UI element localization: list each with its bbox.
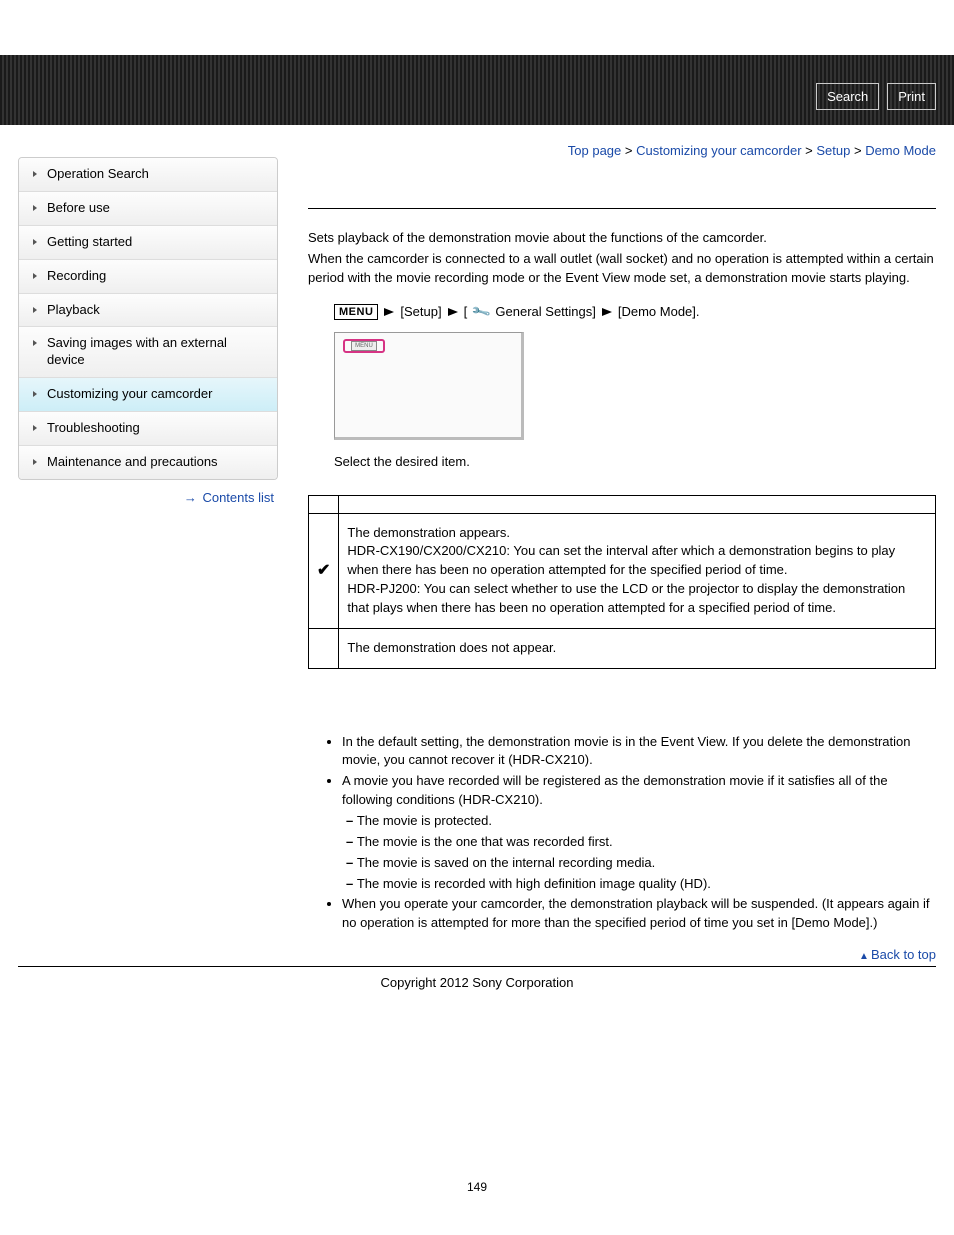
menu-box-icon: MENU xyxy=(334,304,378,320)
nav-before-use[interactable]: Before use xyxy=(19,192,277,226)
footer-divider xyxy=(18,966,936,967)
menu-button-inner: MENU xyxy=(351,341,377,351)
menu-button-highlight: MENU xyxy=(343,339,385,353)
notes-section: In the default setting, the demonstratio… xyxy=(308,733,936,933)
breadcrumb-sep: > xyxy=(850,143,865,158)
table-header-blank2 xyxy=(339,495,936,513)
table-row: ✔ The demonstration appears. HDR-CX190/C… xyxy=(309,513,936,628)
breadcrumb-sep: > xyxy=(621,143,636,158)
note-1: In the default setting, the demonstratio… xyxy=(342,733,936,771)
path-general-prefix: [ xyxy=(464,304,468,319)
divider xyxy=(308,208,936,209)
print-button[interactable]: Print xyxy=(887,83,936,110)
breadcrumb-sep: > xyxy=(802,143,817,158)
nav-recording[interactable]: Recording xyxy=(19,260,277,294)
sidebar: Operation Search Before use Getting star… xyxy=(18,139,278,964)
nav-operation-search[interactable]: Operation Search xyxy=(19,158,277,192)
note-2-text: A movie you have recorded will be regist… xyxy=(342,773,888,807)
nav-troubleshooting[interactable]: Troubleshooting xyxy=(19,412,277,446)
path-general: General Settings] xyxy=(495,304,595,319)
page-number: 149 xyxy=(0,1020,954,1214)
table-cell-off: The demonstration does not appear. xyxy=(339,628,936,668)
intro-p2: When the camcorder is connected to a wal… xyxy=(308,250,936,288)
breadcrumb-current: Demo Mode xyxy=(865,143,936,158)
triangle-up-icon: ▲ xyxy=(859,951,869,962)
table-cell-on: The demonstration appears. HDR-CX190/CX2… xyxy=(339,513,936,628)
demo-screen-illustration: MENU xyxy=(334,332,524,440)
arrow-right-icon xyxy=(602,308,612,316)
wrench-icon: 🔧 xyxy=(470,301,492,323)
breadcrumb-customizing[interactable]: Customizing your camcorder xyxy=(636,143,801,158)
main-content: Top page > Customizing your camcorder > … xyxy=(278,139,936,964)
intro-p1: Sets playback of the demonstration movie… xyxy=(308,229,936,248)
copyright-text: Copyright 2012 Sony Corporation xyxy=(0,975,954,1020)
select-instruction: Select the desired item. xyxy=(334,454,936,469)
menu-path: MENU [Setup] [🔧General Settings] [Demo M… xyxy=(334,304,936,320)
contents-list-link[interactable]: Contents list xyxy=(202,490,274,505)
note-2-sub-4: The movie is recorded with high definiti… xyxy=(346,875,936,894)
table-header-blank1 xyxy=(309,495,339,513)
row1-p2: HDR-CX190/CX200/CX210: You can set the i… xyxy=(347,543,895,577)
table-cell-blank xyxy=(309,628,339,668)
breadcrumb-top[interactable]: Top page xyxy=(568,143,622,158)
note-2: A movie you have recorded will be regist… xyxy=(342,772,936,893)
nav-maintenance[interactable]: Maintenance and precautions xyxy=(19,446,277,479)
intro-text: Sets playback of the demonstration movie… xyxy=(308,229,936,288)
note-2-sub-3: The movie is saved on the internal recor… xyxy=(346,854,936,873)
note-2-sub-2: The movie is the one that was recorded f… xyxy=(346,833,936,852)
arrow-right-icon xyxy=(384,308,394,316)
nav-getting-started[interactable]: Getting started xyxy=(19,226,277,260)
breadcrumb-setup[interactable]: Setup xyxy=(816,143,850,158)
back-to-top-wrap: ▲Back to top xyxy=(308,947,936,962)
back-to-top-link[interactable]: Back to top xyxy=(871,947,936,962)
breadcrumb: Top page > Customizing your camcorder > … xyxy=(308,139,936,208)
check-icon: ✔ xyxy=(309,513,339,628)
arrow-right-icon: → xyxy=(184,490,197,505)
row1-p1: The demonstration appears. xyxy=(347,525,510,540)
note-2-sub-1: The movie is protected. xyxy=(346,812,936,831)
row1-p3: HDR-PJ200: You can select whether to use… xyxy=(347,581,905,615)
contents-list-link-wrap: → Contents list xyxy=(18,480,278,505)
nav-list: Operation Search Before use Getting star… xyxy=(18,157,278,480)
options-table: ✔ The demonstration appears. HDR-CX190/C… xyxy=(308,495,936,669)
search-button[interactable]: Search xyxy=(816,83,879,110)
header-bar: Search Print xyxy=(0,55,954,125)
nav-customizing[interactable]: Customizing your camcorder xyxy=(19,378,277,412)
nav-saving-images[interactable]: Saving images with an external device xyxy=(19,327,277,378)
path-setup: [Setup] xyxy=(400,304,441,319)
nav-playback[interactable]: Playback xyxy=(19,294,277,328)
note-3: When you operate your camcorder, the dem… xyxy=(342,895,936,933)
table-row: The demonstration does not appear. xyxy=(309,628,936,668)
arrow-right-icon xyxy=(448,308,458,316)
path-demo: [Demo Mode]. xyxy=(618,304,700,319)
